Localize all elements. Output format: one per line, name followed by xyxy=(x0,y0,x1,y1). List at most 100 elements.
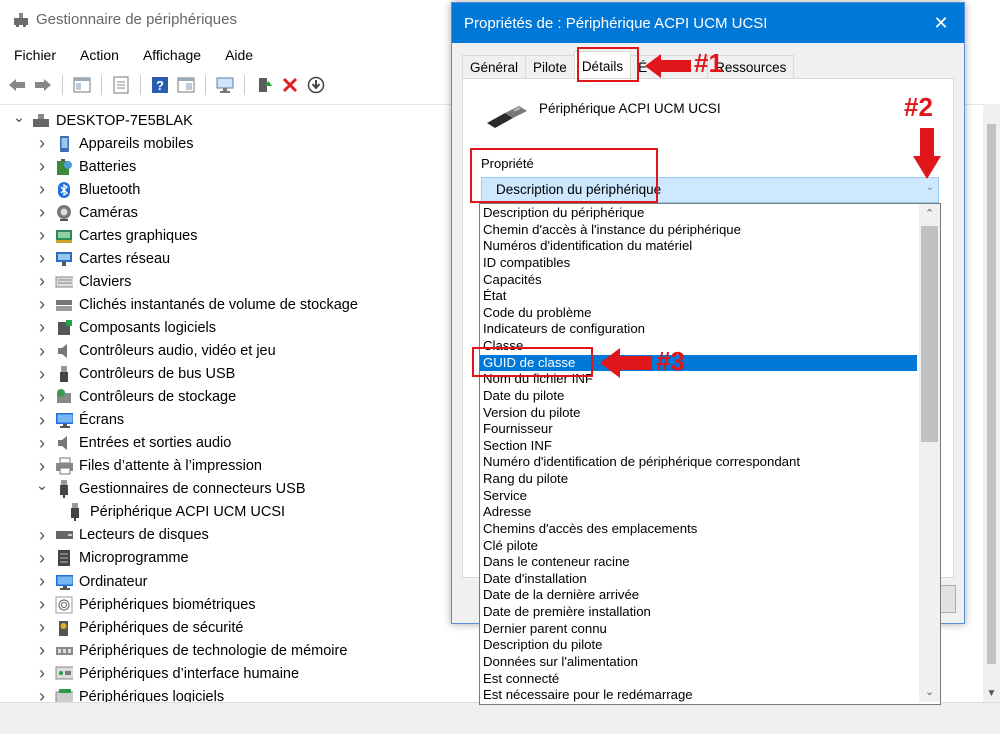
dropdown-option[interactable]: Adresse xyxy=(480,504,917,521)
dropdown-option[interactable]: Est nécessaire pour le redémarrage xyxy=(480,687,917,704)
chevron-right-icon[interactable]: › xyxy=(35,133,49,153)
dropdown-option[interactable]: Section INF xyxy=(480,438,917,455)
chevron-right-icon[interactable]: › xyxy=(35,548,49,568)
chevron-right-icon[interactable]: › xyxy=(35,248,49,268)
chevron-right-icon[interactable]: › xyxy=(35,294,49,314)
menu-aide[interactable]: Aide xyxy=(213,44,265,68)
chevron-right-icon[interactable]: › xyxy=(35,364,49,384)
dropdown-scrollbar[interactable]: ⌃ ⌄ xyxy=(919,204,940,702)
dropdown-option[interactable]: Date de la dernière arrivée xyxy=(480,587,917,604)
tree-item[interactable]: › Cartes graphiques xyxy=(35,224,198,247)
dropdown-option[interactable]: Description du pilote xyxy=(480,637,917,654)
chevron-right-icon[interactable]: › xyxy=(35,617,49,637)
dropdown-option[interactable]: État xyxy=(480,288,917,305)
chevron-right-icon[interactable]: › xyxy=(35,456,49,476)
tree-item[interactable]: › Clichés instantanés de volume de stocka… xyxy=(35,293,358,316)
tree-item[interactable]: Périphérique ACPI UCM UCSI xyxy=(60,501,285,524)
dropdown-option[interactable]: Date du pilote xyxy=(480,388,917,405)
chevron-right-icon[interactable]: › xyxy=(35,640,49,660)
back-arrow-icon[interactable] xyxy=(6,74,28,96)
dropdown-option[interactable]: Clé pilote xyxy=(480,538,917,555)
menu-action[interactable]: Action xyxy=(68,44,131,68)
dropdown-option[interactable]: Indicateurs de configuration xyxy=(480,321,917,338)
chevron-right-icon[interactable]: › xyxy=(35,341,49,361)
dropdown-option[interactable]: Chemin d'accès à l'instance du périphéri… xyxy=(480,222,917,239)
tree-item[interactable]: › Batteries xyxy=(35,155,136,178)
dropdown-option[interactable]: Service xyxy=(480,488,917,505)
menu-fichier[interactable]: Fichier xyxy=(0,44,68,68)
tree-item[interactable]: › Cartes réseau xyxy=(35,247,170,270)
help-icon[interactable]: ? xyxy=(149,74,171,96)
dropdown-option[interactable]: Code du problème xyxy=(480,305,917,322)
chevron-down-icon[interactable]: ⌄ xyxy=(926,182,934,193)
dropdown-option[interactable]: Date d'installation xyxy=(480,571,917,588)
dropdown-option[interactable]: Rang du pilote xyxy=(480,471,917,488)
tree-item[interactable]: ⌄ DESKTOP-7E5BLAK xyxy=(12,109,193,132)
tree-item[interactable]: › Microprogramme xyxy=(35,547,189,570)
tree-item[interactable]: › Lecteurs de disques xyxy=(35,524,209,547)
tree-item[interactable]: › Ordinateur xyxy=(35,570,148,593)
scroll-down-icon[interactable]: ⌄ xyxy=(919,682,940,702)
scroll-up-icon[interactable]: ⌃ xyxy=(919,204,940,224)
tree-item[interactable]: › Files d’attente à l’impression xyxy=(35,455,262,478)
dropdown-option[interactable]: Description du périphérique xyxy=(480,205,917,222)
dropdown-option[interactable]: Chemins d'accès des emplacements xyxy=(480,521,917,538)
properties-icon[interactable] xyxy=(110,74,132,96)
scan-hardware-icon[interactable] xyxy=(214,74,236,96)
dropdown-scroll-thumb[interactable] xyxy=(921,226,938,442)
dropdown-option[interactable]: Numéro d'identification de périphérique … xyxy=(480,454,917,471)
tree-item[interactable]: › Périphériques de sécurité xyxy=(35,616,243,639)
chevron-right-icon[interactable]: › xyxy=(35,271,49,291)
dropdown-option[interactable]: Numéros d'identification du matériel xyxy=(480,238,917,255)
tree-item[interactable]: › Claviers xyxy=(35,270,131,293)
close-icon[interactable]: ✕ xyxy=(930,12,952,34)
dropdown-option[interactable]: Dans le conteneur racine xyxy=(480,554,917,571)
dropdown-option[interactable]: Date de première installation xyxy=(480,604,917,621)
tree-item[interactable]: › Caméras xyxy=(35,201,138,224)
tree-item[interactable]: › Périphériques biométriques xyxy=(35,593,256,616)
menu-affichage[interactable]: Affichage xyxy=(131,44,213,68)
chevron-right-icon[interactable]: › xyxy=(35,686,49,703)
tree-item[interactable]: › Périphériques d’interface humaine xyxy=(35,662,299,685)
chevron-right-icon[interactable]: › xyxy=(35,594,49,614)
forward-arrow-icon[interactable] xyxy=(32,74,54,96)
chevron-down-icon[interactable]: ⌄ xyxy=(35,478,49,494)
chevron-right-icon[interactable]: › xyxy=(35,433,49,453)
main-scroll-thumb[interactable] xyxy=(987,124,996,664)
tree-item[interactable]: › Entrées et sorties audio xyxy=(35,432,231,455)
chevron-right-icon[interactable]: › xyxy=(35,410,49,430)
chevron-right-icon[interactable]: › xyxy=(35,663,49,683)
tree-item[interactable]: › Composants logiciels xyxy=(35,316,216,339)
tree-item[interactable]: › Périphériques de technologie de mémoire xyxy=(35,639,347,662)
view-icon[interactable] xyxy=(175,74,197,96)
tab-general[interactable]: Général xyxy=(462,55,527,78)
chevron-right-icon[interactable]: › xyxy=(35,156,49,176)
tree-item[interactable]: › Contrôleurs de bus USB xyxy=(35,363,235,386)
dropdown-option[interactable]: Dernier parent connu xyxy=(480,621,917,638)
tree-item[interactable]: › Écrans xyxy=(35,409,124,432)
main-vertical-scrollbar[interactable]: ▼ xyxy=(983,104,1000,702)
tab-pilote[interactable]: Pilote xyxy=(525,55,575,78)
tree-item[interactable]: › Appareils mobiles xyxy=(35,132,193,155)
chevron-right-icon[interactable]: › xyxy=(35,571,49,591)
chevron-right-icon[interactable]: › xyxy=(35,179,49,199)
dropdown-option[interactable]: Est connecté xyxy=(480,671,917,688)
chevron-right-icon[interactable]: › xyxy=(35,387,49,407)
dropdown-option[interactable]: Données sur l'alimentation xyxy=(480,654,917,671)
tree-item[interactable]: › Bluetooth xyxy=(35,178,140,201)
chevron-right-icon[interactable]: › xyxy=(35,525,49,545)
chevron-right-icon[interactable]: › xyxy=(35,317,49,337)
dropdown-option[interactable]: ID compatibles xyxy=(480,255,917,272)
main-scroll-down-icon[interactable]: ▼ xyxy=(983,685,1000,702)
tree-item[interactable]: ⌄ Gestionnaires de connecteurs USB xyxy=(35,478,306,501)
show-hide-tree-icon[interactable] xyxy=(71,74,93,96)
tree-item[interactable]: › Contrôleurs audio, vidéo et jeu xyxy=(35,340,276,363)
dropdown-option[interactable]: Version du pilote xyxy=(480,405,917,422)
tree-item[interactable]: › Périphériques logiciels xyxy=(35,685,224,703)
tree-item[interactable]: › Contrôleurs de stockage xyxy=(35,386,236,409)
update-driver-icon[interactable] xyxy=(253,74,275,96)
chevron-down-icon[interactable]: ⌄ xyxy=(12,110,26,126)
uninstall-x-icon[interactable] xyxy=(279,74,301,96)
chevron-right-icon[interactable]: › xyxy=(35,202,49,222)
dropdown-option[interactable]: Capacités xyxy=(480,272,917,289)
